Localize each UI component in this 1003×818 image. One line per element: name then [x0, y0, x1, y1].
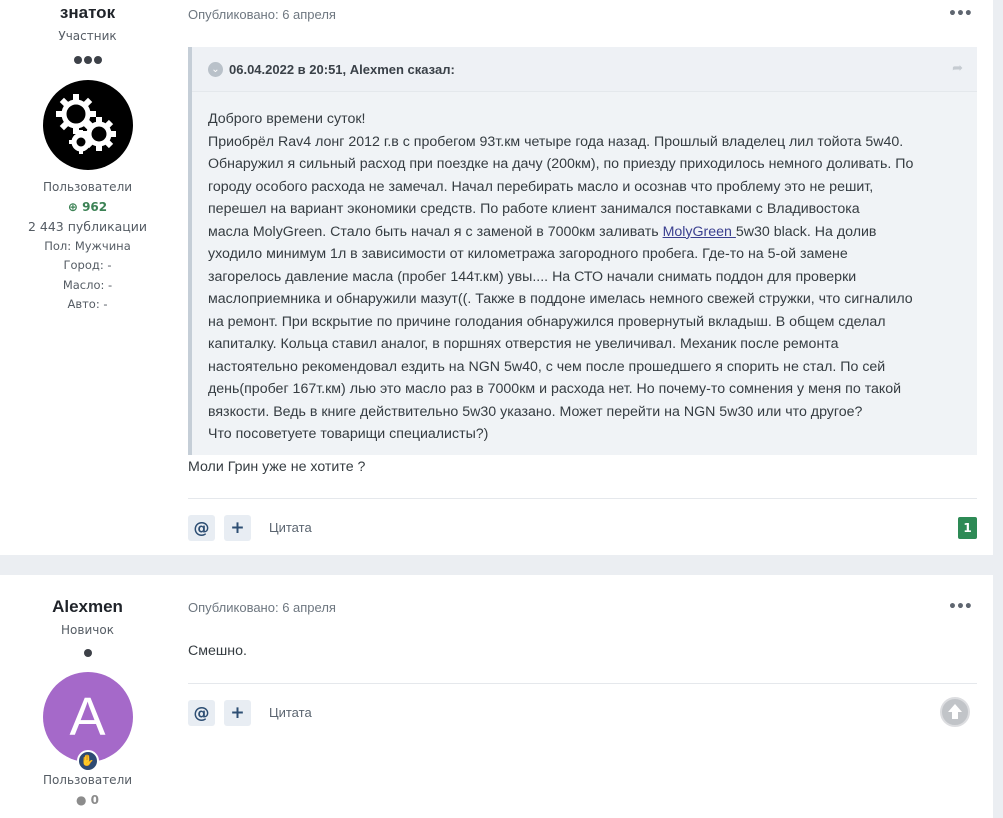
quote-button[interactable]: Цитата [269, 520, 312, 535]
mention-button[interactable]: @ [188, 515, 215, 541]
post-date[interactable]: Опубликовано: 6 апреля [188, 7, 336, 22]
quote-line: маслоприемника и обнаружили мазут((. Так… [208, 291, 913, 307]
quote-header: ⌄ 06.04.2022 в 20:51, Alexmen сказал: ➦ [192, 47, 977, 92]
post: Alexmen Новичок A ✋ Пользователи ● 0 Опу… [0, 575, 993, 818]
rank-dot [83, 649, 92, 657]
chevron-down-icon[interactable]: ⌄ [208, 62, 223, 77]
author-meta: Пользователи ⊕ 962 2 443 публикации Пол:… [0, 178, 175, 315]
quote-block: ⌄ 06.04.2022 в 20:51, Alexmen сказал: ➦ … [188, 47, 977, 455]
reputation-neutral-icon[interactable] [940, 697, 970, 727]
author-name[interactable]: Alexmen [0, 597, 175, 617]
quote-line: Доброго времени суток! [208, 111, 366, 127]
quote-button[interactable]: Цитата [269, 705, 312, 720]
author-reputation: ● 0 [75, 792, 99, 807]
quote-line: масла MolyGreen. Стало быть начал я с за… [208, 221, 957, 244]
mention-button[interactable]: @ [188, 700, 215, 726]
rank-dots [0, 642, 175, 657]
author-oil: Масло: - [62, 277, 113, 292]
author-panel: Alexmen Новичок A ✋ Пользователи ● 0 [0, 575, 175, 810]
quote-line: перешел на вариант экономики средств. По… [208, 201, 860, 217]
quote-line: уходило минимум 1л в зависимости от кило… [208, 246, 848, 262]
quote-line: Что посоветуете товарищи специалисты?) [208, 426, 489, 442]
author-panel: знаток Участник Пользователи ⊕ 962 2 443… [0, 0, 175, 315]
quote-citation[interactable]: 06.04.2022 в 20:51, Alexmen сказал: [229, 62, 455, 77]
share-icon[interactable]: ➦ [952, 61, 963, 76]
avatar[interactable] [42, 80, 133, 170]
author-reputation: ⊕ 962 [67, 199, 108, 214]
post-actions: @ + Цитата [188, 697, 977, 727]
author-group: Пользователи [42, 773, 133, 787]
post: знаток Участник Пользователи ⊕ 962 2 443… [0, 0, 993, 555]
multiquote-button[interactable]: + [224, 700, 251, 726]
author-name[interactable]: знаток [0, 3, 175, 23]
new-member-badge-icon: ✋ [76, 750, 99, 772]
divider [188, 683, 977, 684]
post-content: Смешно. [188, 643, 247, 659]
quote-line-text: масла MolyGreen. Стало быть начал я с за… [208, 223, 663, 240]
author-city: Город: - [63, 258, 112, 272]
author-meta: Пользователи ● 0 [0, 771, 175, 810]
rank-dot [93, 56, 102, 64]
post-actions: @ + Цитата 1 [188, 515, 977, 541]
author-rank: Участник [58, 29, 117, 43]
reputation-badge[interactable]: 1 [958, 517, 977, 539]
quote-line: Обнаружил я сильный расход при поездке н… [208, 156, 914, 172]
quote-line: загорелось давление масла (пробег 144т.к… [208, 268, 857, 285]
quote-line: Приобрёл Rav4 лонг 2012 г.в с пробегом 9… [208, 133, 904, 150]
post-menu-icon[interactable]: ••• [948, 6, 973, 22]
quote-body: Доброго времени суток! Приобрёл Rav4 лон… [192, 92, 977, 446]
post-content: Моли Грин уже не хотите ? [188, 459, 366, 475]
post-date[interactable]: Опубликовано: 6 апреля [188, 600, 336, 615]
rank-dots [0, 49, 175, 64]
avatar-letter: A [69, 687, 106, 747]
avatar[interactable]: A ✋ [42, 672, 133, 772]
author-group: Пользователи [42, 180, 133, 194]
rank-dot [73, 56, 82, 64]
divider [188, 498, 977, 499]
post-menu-icon[interactable]: ••• [948, 599, 973, 615]
author-posts-count[interactable]: 2 443 публикации [0, 217, 175, 237]
author-car: Авто: - [67, 297, 108, 311]
quote-line: вязкости. Ведь в книге действительно 5w3… [208, 403, 863, 420]
rank-dot [83, 56, 92, 64]
gears-icon [55, 94, 116, 154]
quote-line: настоятельно рекомендовал ездить на NGN … [208, 358, 886, 375]
arrow-up-icon [948, 704, 962, 719]
multiquote-button[interactable]: + [224, 515, 251, 541]
molygreen-link[interactable]: MolyGreen [663, 224, 736, 240]
author-gender: Пол: Мужчина [44, 238, 131, 253]
quote-line: день(пробег 167т.км) лью это масло раз в… [208, 381, 902, 397]
quote-line: на ремонт. При вскрытие по причине голод… [208, 313, 886, 330]
author-rank: Новичок [61, 623, 114, 637]
quote-line: городу особого расхода не замечал. Начал… [208, 178, 874, 195]
quote-line: капиталку. Кольца ставил аналог, в поршн… [208, 336, 839, 352]
quote-line-text: 5w30 black. На долив [735, 223, 877, 240]
